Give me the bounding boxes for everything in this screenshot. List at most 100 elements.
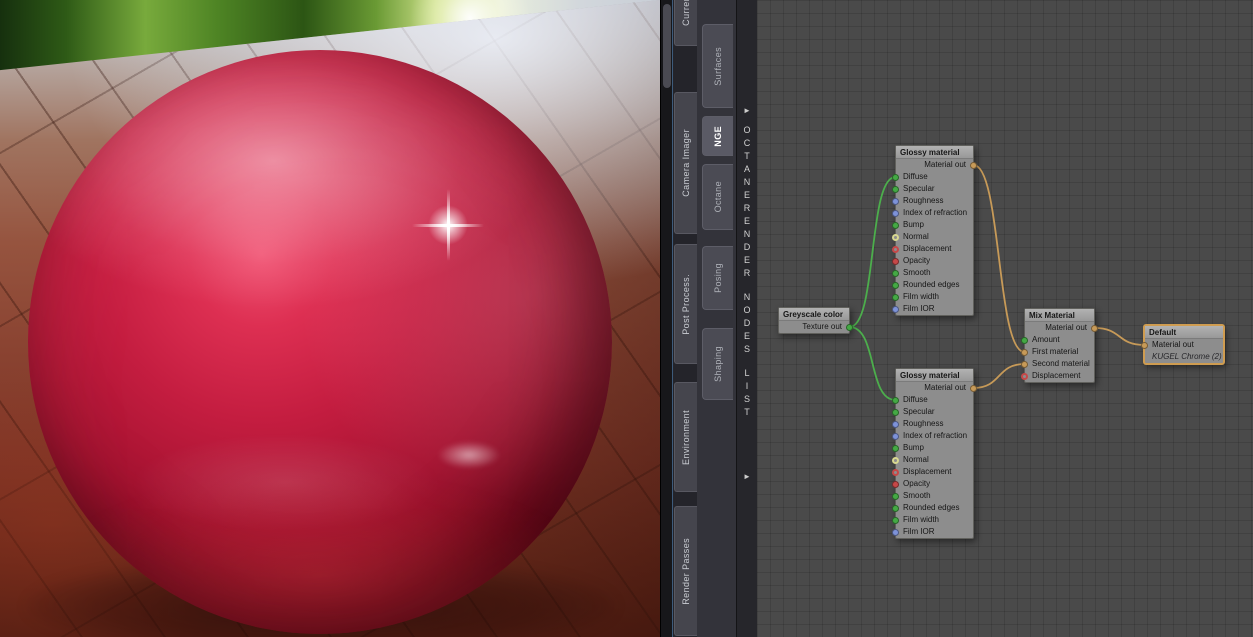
port-film-ior-icon[interactable] <box>892 528 899 536</box>
port-label: Specular <box>903 184 935 193</box>
tab-octane[interactable]: Octane <box>702 164 733 230</box>
port-label: First material <box>1032 347 1079 356</box>
port-label: Opacity <box>903 479 931 488</box>
port-displacement-icon[interactable] <box>1021 372 1028 380</box>
vertical-letter: N <box>743 177 751 187</box>
port-displacement-icon[interactable] <box>892 245 899 253</box>
application-window: Current Camera Imager Post Process. Environ… <box>0 0 1253 637</box>
port-label: Displacement <box>1032 371 1081 380</box>
tab-label: NGE <box>712 125 723 147</box>
port-label: Opacity <box>903 256 931 265</box>
port-label: Material out <box>924 383 966 392</box>
port-film-width-icon[interactable] <box>892 293 899 301</box>
vertical-letter: S <box>743 394 750 404</box>
port-label: Diffuse <box>903 395 928 404</box>
port-label: Index of refraction <box>903 431 968 440</box>
node-default[interactable]: Default Material out KUGEL Chrome (2) <box>1141 325 1224 364</box>
port-label: Roughness <box>903 196 944 205</box>
node-mix[interactable]: Mix Material Material out Amount First mate… <box>1021 308 1098 383</box>
port-second-material-icon[interactable] <box>1021 360 1028 368</box>
node-title[interactable]: Glossy material <box>896 146 973 159</box>
port-first-material-icon[interactable] <box>1021 348 1028 356</box>
node-row-material-out: Material out <box>1025 322 1098 334</box>
node-row-roughness: Roughness <box>892 195 973 207</box>
vertical-letter: E <box>743 190 750 200</box>
vertical-letter: T <box>744 151 750 161</box>
node-glossy_top[interactable]: Glossy material Material out Diffuse Specul… <box>892 145 977 316</box>
port-label: Specular <box>903 407 935 416</box>
node-glossy_bottom[interactable]: Glossy material Material out Diffuse Specul… <box>892 368 977 539</box>
port-roughness-icon[interactable] <box>892 197 899 205</box>
vertical-word-nodes: NODES <box>743 291 750 356</box>
node-row-first-material: First material <box>1021 346 1094 358</box>
port-smooth-icon[interactable] <box>892 269 899 277</box>
node-title[interactable]: Greyscale color <box>779 308 849 321</box>
node-title[interactable]: Default <box>1145 326 1223 339</box>
tab-posing[interactable]: Posing <box>702 246 733 310</box>
expand-arrow-bottom-icon[interactable]: ► <box>737 472 757 481</box>
node-greyscale[interactable]: Greyscale color Texture out <box>778 307 853 334</box>
node-row-normal: Normal <box>892 454 973 466</box>
port-index-of-refraction-icon[interactable] <box>892 432 899 440</box>
port-roughness-icon[interactable] <box>892 420 899 428</box>
port-label: Material out <box>1045 323 1087 332</box>
vertical-letter: E <box>743 216 750 226</box>
tab-surfaces[interactable]: Surfaces <box>702 24 733 108</box>
tab-shaping[interactable]: Shaping <box>702 328 733 400</box>
port-normal-icon[interactable] <box>892 456 899 464</box>
node-row-material-out: Material out <box>896 159 977 171</box>
port-label: Amount <box>1032 335 1060 344</box>
tab-current[interactable]: Current <box>674 0 697 46</box>
port-label: Roughness <box>903 419 944 428</box>
tab-nge[interactable]: NGE <box>702 116 733 156</box>
tab-camera-imager[interactable]: Camera Imager <box>674 92 697 234</box>
port-diffuse-icon[interactable] <box>892 396 899 404</box>
node-graph-editor[interactable]: Greyscale color Texture out Glossy materia… <box>757 0 1253 637</box>
red-glossy-sphere <box>28 50 612 634</box>
port-rounded-edges-icon[interactable] <box>892 504 899 512</box>
vertical-letter: E <box>743 255 750 265</box>
expand-arrow-top-icon[interactable]: ► <box>737 106 757 115</box>
port-amount-icon[interactable] <box>1021 336 1028 344</box>
vertical-letter: L <box>744 368 750 378</box>
node-row-displacement: Displacement <box>892 466 973 478</box>
port-specular-icon[interactable] <box>892 185 899 193</box>
vertical-letter: R <box>743 268 751 278</box>
edge-glossy-top-material-out-to-mix-first-material <box>973 164 1025 353</box>
port-texture-out-icon[interactable] <box>846 323 853 331</box>
vertical-letter: N <box>743 229 751 239</box>
node-row-opacity: Opacity <box>892 255 973 267</box>
render-viewport[interactable] <box>0 0 660 637</box>
port-displacement-icon[interactable] <box>892 468 899 476</box>
port-bump-icon[interactable] <box>892 221 899 229</box>
port-label: Diffuse <box>903 172 928 181</box>
port-opacity-icon[interactable] <box>892 480 899 488</box>
port-film-width-icon[interactable] <box>892 516 899 524</box>
port-normal-icon[interactable] <box>892 233 899 241</box>
port-material-out-icon[interactable] <box>970 161 977 169</box>
port-material-out-icon[interactable] <box>970 384 977 392</box>
port-specular-icon[interactable] <box>892 408 899 416</box>
tab-post-process[interactable]: Post Process. <box>674 244 697 364</box>
port-rounded-edges-icon[interactable] <box>892 281 899 289</box>
node-row-index-of-refraction: Index of refraction <box>892 207 973 219</box>
port-diffuse-icon[interactable] <box>892 173 899 181</box>
edge-greyscale-texture-out-to-glossy-top-diffuse <box>849 176 896 328</box>
node-title[interactable]: Glossy material <box>896 369 973 382</box>
node-title[interactable]: Mix Material <box>1025 309 1094 322</box>
vertical-scrollbar[interactable] <box>660 0 672 637</box>
port-material-out-icon[interactable] <box>1091 324 1098 332</box>
port-opacity-icon[interactable] <box>892 257 899 265</box>
port-material-out-icon[interactable] <box>1141 341 1148 349</box>
tab-render-passes[interactable]: Render Passes <box>674 506 697 636</box>
port-smooth-icon[interactable] <box>892 492 899 500</box>
tab-environment[interactable]: Environment <box>674 382 697 492</box>
port-bump-icon[interactable] <box>892 444 899 452</box>
scrollbar-thumb[interactable] <box>663 4 671 88</box>
node-row-rounded-edges: Rounded edges <box>892 502 973 514</box>
port-film-ior-icon[interactable] <box>892 305 899 313</box>
vertical-letter: O <box>743 125 751 135</box>
node-row-film-width: Film width <box>892 291 973 303</box>
soft-specular-highlight <box>436 441 501 470</box>
port-index-of-refraction-icon[interactable] <box>892 209 899 217</box>
